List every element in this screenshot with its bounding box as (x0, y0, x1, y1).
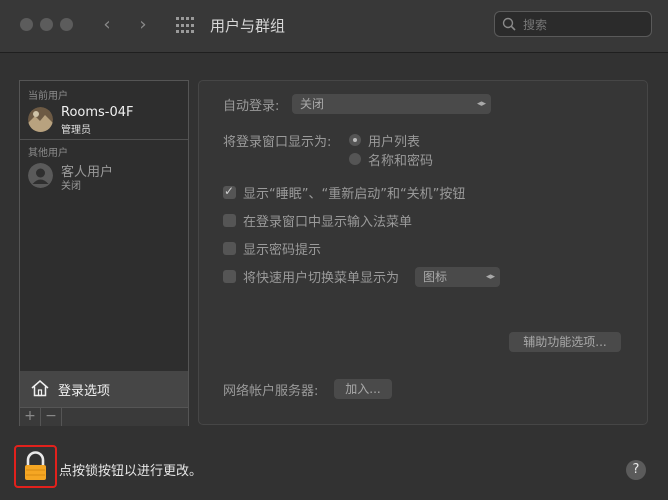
search-icon (502, 17, 516, 31)
lock-instruction-text: 点按锁按钮以进行更改。 (59, 464, 203, 479)
add-user-button[interactable]: + (20, 408, 41, 426)
radio-user-list[interactable] (349, 134, 361, 146)
user-item-current[interactable]: Rooms-04F 管理员 (28, 105, 186, 139)
back-button[interactable]: ‹ (97, 14, 117, 36)
window-title: 用户与群组 (210, 17, 286, 35)
window-toolbar: ‹ › 用户与群组 (0, 0, 668, 53)
current-users-label: 当前用户 (28, 91, 68, 102)
checkbox-password-hints-label: 显示密码提示 (243, 243, 322, 258)
login-options-label: 登录选项 (58, 384, 111, 399)
current-user-role: 管理员 (61, 125, 91, 136)
house-icon (31, 380, 49, 397)
user-list-divider (20, 139, 188, 140)
accessibility-options-button[interactable]: 辅助功能选项... (509, 332, 621, 352)
lock-icon (25, 451, 46, 480)
guest-avatar-icon (28, 163, 53, 188)
radio-name-password[interactable] (349, 153, 361, 165)
network-server-label: 网络帐户服务器: (223, 384, 319, 399)
checkbox-show-power-buttons[interactable] (223, 184, 236, 199)
add-remove-bar: + − (20, 407, 188, 426)
radio-name-password-label: 名称和密码 (368, 154, 434, 169)
close-window-button[interactable] (20, 18, 33, 31)
auto-login-label: 自动登录: (223, 99, 280, 114)
lock-button[interactable] (14, 445, 57, 488)
checkbox-fast-user-switch-label: 将快速用户切换菜单显示为 (243, 271, 400, 286)
checkbox-fast-user-switch[interactable] (223, 270, 236, 283)
join-button[interactable]: 加入... (334, 379, 392, 399)
fast-switch-value: 图标 (423, 270, 448, 284)
checkbox-password-hints[interactable] (223, 242, 236, 255)
auto-login-value: 关闭 (300, 97, 325, 111)
current-user-name: Rooms-04F (61, 105, 134, 120)
user-list-panel: 当前用户 Rooms-04F 管理员 其他用户 客人用户 关闭 登录选项 + − (19, 80, 189, 426)
help-button[interactable]: ? (626, 460, 646, 480)
login-options-panel: 自动登录: 关闭 ◂▸ 将登录窗口显示为: 用户列表 名称和密码 显示“睡眠”、… (198, 80, 648, 425)
forward-button[interactable]: › (133, 14, 153, 36)
remove-user-button[interactable]: − (41, 408, 62, 426)
show-all-grid-icon[interactable] (176, 17, 194, 35)
display-as-label: 将登录窗口显示为: (223, 135, 332, 150)
search-input[interactable] (521, 15, 645, 35)
fast-switch-popup[interactable]: 图标 ◂▸ (415, 267, 500, 287)
radio-user-list-label: 用户列表 (368, 135, 421, 150)
login-options-item[interactable]: 登录选项 (20, 371, 188, 407)
popup-chevron-icon: ◂▸ (485, 272, 495, 282)
checkbox-input-menu-label: 在登录窗口中显示输入法菜单 (243, 215, 413, 230)
checkbox-show-power-buttons-label: 显示“睡眠”、“重新启动”和“关机”按钮 (243, 187, 466, 202)
guest-user-status: 关闭 (61, 181, 81, 192)
zoom-window-button[interactable] (60, 18, 73, 31)
minimize-window-button[interactable] (40, 18, 53, 31)
search-field[interactable] (494, 11, 652, 37)
checkbox-input-menu[interactable] (223, 214, 236, 227)
other-users-label: 其他用户 (28, 148, 68, 159)
popup-chevron-icon: ◂▸ (476, 99, 486, 109)
auto-login-popup[interactable]: 关闭 ◂▸ (292, 94, 491, 114)
user-item-guest[interactable]: 客人用户 关闭 (28, 161, 186, 195)
user-avatar (28, 107, 53, 132)
